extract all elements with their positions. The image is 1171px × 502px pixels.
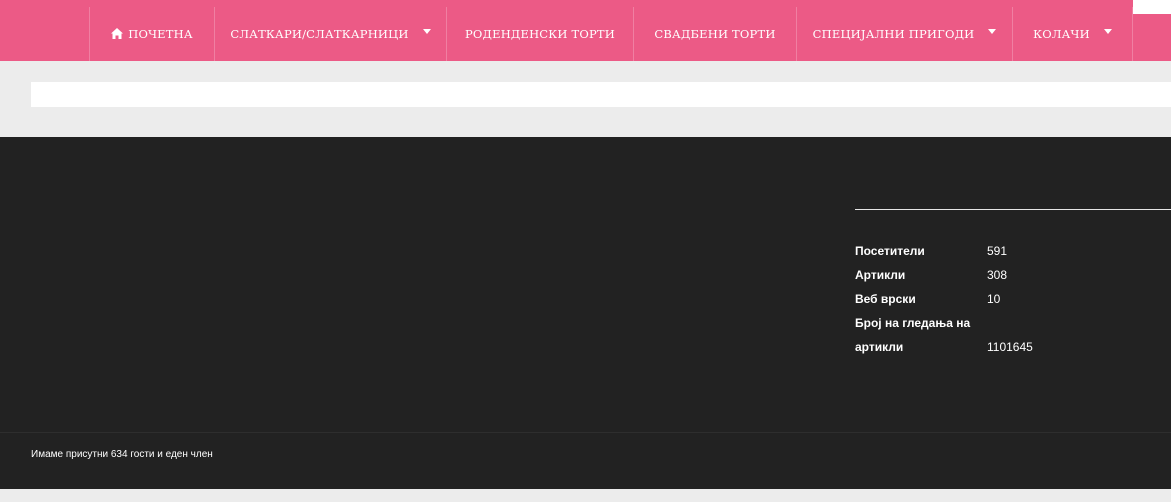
topbar-corner (1133, 0, 1171, 14)
stat-value: 1101645 (987, 340, 1033, 354)
nav-item-label: ПОЧЕТНА (128, 27, 193, 41)
stats-divider (855, 209, 1171, 210)
stat-row-web-links: Веб врски 10 (855, 287, 1171, 311)
statistics-module: Посетители 591 Артикли 308 Веб врски 10 … (855, 239, 1171, 359)
caret-down-icon (422, 28, 431, 34)
stat-value: 10 (987, 292, 1001, 306)
content-strip (31, 82, 1171, 107)
stat-label-line: Број на гледања на (855, 316, 971, 330)
nav-item-special-occasions[interactable]: СПЕЦИЈАЛНИ ПРИГОДИ (797, 7, 1013, 61)
main-menu: ПОЧЕТНА СЛАТКАРИ/СЛАТКАРНИЦИ РОДЕНДЕНСКИ… (89, 7, 1133, 61)
bottom-strip (0, 489, 1171, 502)
home-icon (111, 27, 124, 39)
stat-row-articles: Артикли 308 (855, 263, 1171, 287)
nav-item-label: СЛАТКАРИ/СЛАТКАРНИЦИ (230, 27, 409, 41)
nav-item-wedding-cakes[interactable]: СВАДБЕНИ ТОРТИ (634, 7, 797, 61)
footer: Посетители 591 Артикли 308 Веб врски 10 … (0, 137, 1171, 489)
nav-item-label: КОЛАЧИ (1033, 27, 1090, 41)
stat-row-visitors: Посетители 591 (855, 239, 1171, 263)
stat-value: 591 (987, 244, 1008, 258)
stat-label: Веб врски (855, 292, 916, 306)
stat-label: Посетители (855, 244, 925, 258)
nav-item-cookies[interactable]: КОЛАЧИ (1013, 7, 1133, 61)
nav-item-label: СВАДБЕНИ ТОРТИ (654, 27, 776, 41)
stat-label: Број на гледања на артикли (855, 311, 987, 359)
top-navigation-bar: ПОЧЕТНА СЛАТКАРИ/СЛАТКАРНИЦИ РОДЕНДЕНСКИ… (0, 0, 1171, 61)
caret-down-icon (988, 28, 997, 34)
nav-item-label: СПЕЦИЈАЛНИ ПРИГОДИ (812, 27, 975, 41)
nav-item-sweet-shops[interactable]: СЛАТКАРИ/СЛАТКАРНИЦИ (215, 7, 447, 61)
stat-label: Артикли (855, 268, 906, 282)
stat-label-line: артикли (855, 340, 904, 354)
nav-item-birthday-cakes[interactable]: РОДЕНДЕНСКИ ТОРТИ (447, 7, 634, 61)
stat-row-article-views: Број на гледања на артикли 1101645 (855, 311, 1171, 359)
footer-divider (0, 432, 1171, 433)
nav-item-home[interactable]: ПОЧЕТНА (90, 7, 215, 61)
stat-value: 308 (987, 268, 1008, 282)
nav-item-label: РОДЕНДЕНСКИ ТОРТИ (464, 27, 616, 41)
who-is-online-text: Имаме присутни 634 гости и еден член (31, 449, 213, 460)
caret-down-icon (1103, 28, 1112, 34)
